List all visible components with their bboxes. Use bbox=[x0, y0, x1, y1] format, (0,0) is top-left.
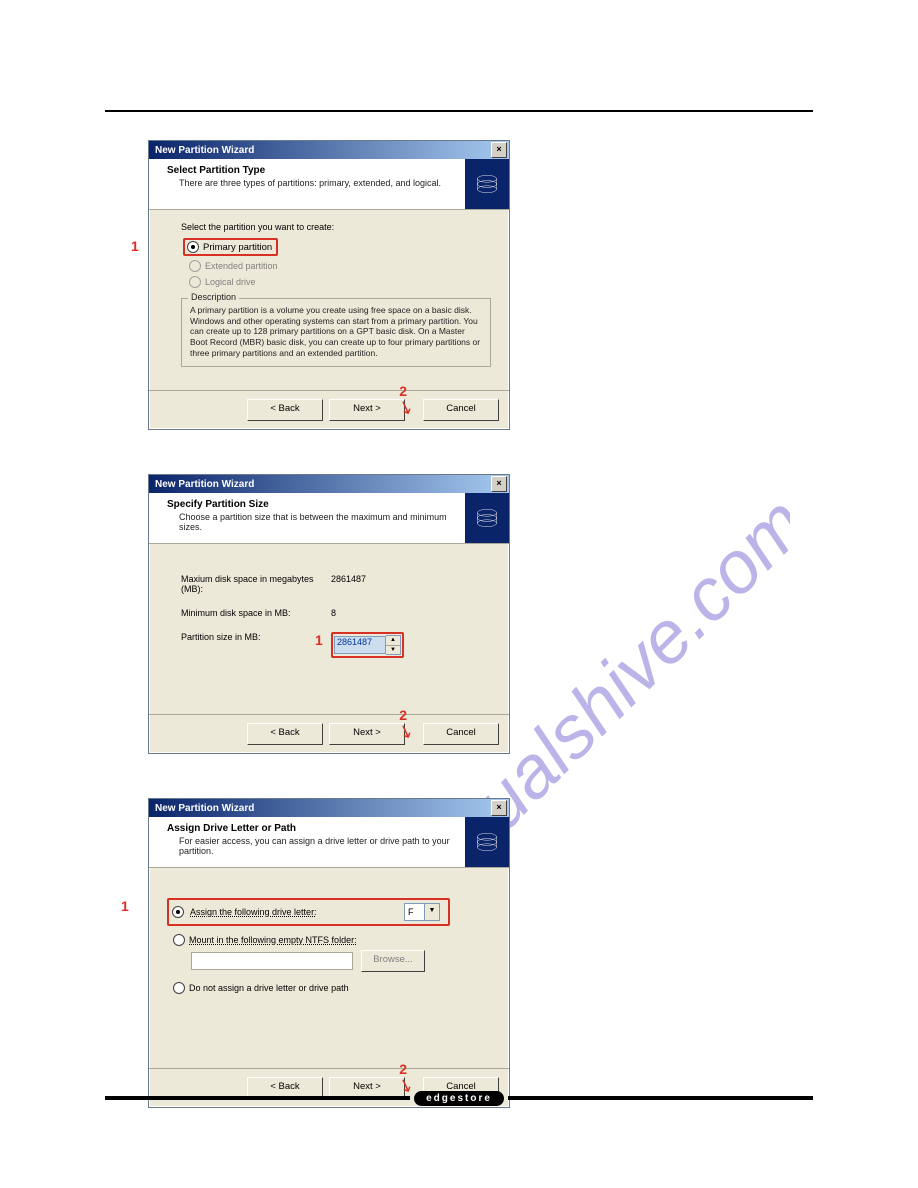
titlebar: New Partition Wizard × bbox=[149, 799, 509, 817]
dialog-header: Assign Drive Letter or Path For easier a… bbox=[149, 817, 509, 868]
chevron-up-icon: ▲ bbox=[386, 636, 400, 646]
drive-letter-value: F bbox=[405, 907, 424, 917]
footer-logo: edgestore bbox=[414, 1091, 504, 1106]
window-title: New Partition Wizard bbox=[155, 803, 254, 814]
dialog-body: Maxium disk space in megabytes (MB): 286… bbox=[149, 544, 509, 714]
max-space-label: Maxium disk space in megabytes (MB): bbox=[181, 574, 331, 594]
min-space-value: 8 bbox=[331, 608, 491, 618]
dialog-body: Select the partition you want to create:… bbox=[149, 210, 509, 390]
dialog-assign-drive-letter: New Partition Wizard × Assign Drive Lett… bbox=[148, 798, 510, 1108]
header-subtitle: For easier access, you can assign a driv… bbox=[167, 834, 455, 856]
callout-2: 2 bbox=[399, 1061, 407, 1077]
drive-letter-select[interactable]: F ▼ bbox=[404, 903, 440, 921]
footer-rule-right bbox=[508, 1096, 813, 1100]
back-button[interactable]: < Back bbox=[247, 399, 323, 421]
window-title: New Partition Wizard bbox=[155, 145, 254, 156]
option-primary-highlight: Primary partition bbox=[183, 238, 278, 256]
callout-2: 2 bbox=[399, 707, 407, 723]
max-space-value: 2861487 bbox=[331, 574, 491, 594]
dialog-header: Specify Partition Size Choose a partitio… bbox=[149, 493, 509, 544]
back-button[interactable]: < Back bbox=[247, 723, 323, 745]
close-icon[interactable]: × bbox=[491, 476, 507, 492]
radio-none[interactable] bbox=[173, 982, 185, 994]
instruction-text: Select the partition you want to create: bbox=[181, 222, 491, 232]
description-legend: Description bbox=[188, 292, 239, 303]
radio-logical bbox=[189, 276, 201, 288]
header-title: Select Partition Type bbox=[167, 165, 455, 176]
radio-primary-label: Primary partition bbox=[203, 242, 272, 253]
close-icon[interactable]: × bbox=[491, 142, 507, 158]
disk-icon bbox=[465, 493, 509, 543]
header-title: Assign Drive Letter or Path bbox=[167, 823, 455, 834]
radio-extended bbox=[189, 260, 201, 272]
cancel-button[interactable]: Cancel bbox=[423, 399, 499, 421]
spinner[interactable]: ▲▼ bbox=[386, 635, 401, 655]
header-title: Specify Partition Size bbox=[167, 499, 455, 510]
top-rule bbox=[105, 110, 813, 112]
radio-logical-label: Logical drive bbox=[205, 277, 256, 287]
footer: edgestore bbox=[105, 1096, 813, 1100]
footer-rule-left bbox=[105, 1096, 410, 1100]
cancel-button[interactable]: Cancel bbox=[423, 723, 499, 745]
disk-icon bbox=[465, 817, 509, 867]
callout-2: 2 bbox=[399, 383, 407, 399]
partition-size-input[interactable]: 2861487 bbox=[334, 636, 386, 654]
next-button[interactable]: Next > bbox=[329, 723, 405, 745]
next-button[interactable]: Next > bbox=[329, 399, 405, 421]
chevron-down-icon: ▼ bbox=[424, 904, 439, 920]
close-icon[interactable]: × bbox=[491, 800, 507, 816]
button-row: < Back Next > 2 ↘ Cancel bbox=[149, 714, 509, 753]
description-group: Description A primary partition is a vol… bbox=[181, 298, 491, 367]
callout-1: 1 bbox=[131, 238, 139, 254]
radio-primary[interactable] bbox=[187, 241, 199, 253]
radio-assign-label: Assign the following drive letter: bbox=[190, 907, 398, 917]
radio-none-label: Do not assign a drive letter or drive pa… bbox=[189, 983, 349, 993]
header-subtitle: There are three types of partitions: pri… bbox=[167, 176, 455, 188]
dialog-select-partition-type: New Partition Wizard × Select Partition … bbox=[148, 140, 510, 430]
partition-size-highlight: 2861487 ▲▼ bbox=[331, 632, 404, 658]
window-title: New Partition Wizard bbox=[155, 479, 254, 490]
min-space-label: Minimum disk space in MB: bbox=[181, 608, 331, 618]
radio-mount-label: Mount in the following empty NTFS folder… bbox=[189, 935, 357, 945]
titlebar: New Partition Wizard × bbox=[149, 475, 509, 493]
partition-size-label: Partition size in MB: bbox=[181, 632, 331, 658]
dialogs-column: New Partition Wizard × Select Partition … bbox=[148, 140, 508, 1152]
disk-icon bbox=[465, 159, 509, 209]
radio-assign[interactable] bbox=[172, 906, 184, 918]
description-text: A primary partition is a volume you crea… bbox=[190, 305, 480, 358]
mount-path-input bbox=[191, 952, 353, 970]
dialog-specify-partition-size: New Partition Wizard × Specify Partition… bbox=[148, 474, 510, 754]
callout-1: 1 bbox=[121, 898, 129, 914]
button-row: < Back Next > 2 ↘ Cancel bbox=[149, 390, 509, 429]
option-assign-highlight: Assign the following drive letter: F ▼ bbox=[167, 898, 450, 926]
radio-mount[interactable] bbox=[173, 934, 185, 946]
header-subtitle: Choose a partition size that is between … bbox=[167, 510, 455, 532]
dialog-body: 1 Assign the following drive letter: F ▼… bbox=[149, 868, 509, 1068]
chevron-down-icon: ▼ bbox=[386, 646, 400, 655]
radio-extended-label: Extended partition bbox=[205, 261, 278, 271]
callout-1: 1 bbox=[315, 632, 323, 648]
document-page: manualshive.com New Partition Wizard × S… bbox=[0, 0, 918, 1188]
titlebar: New Partition Wizard × bbox=[149, 141, 509, 159]
dialog-header: Select Partition Type There are three ty… bbox=[149, 159, 509, 210]
browse-button: Browse... bbox=[361, 950, 425, 972]
